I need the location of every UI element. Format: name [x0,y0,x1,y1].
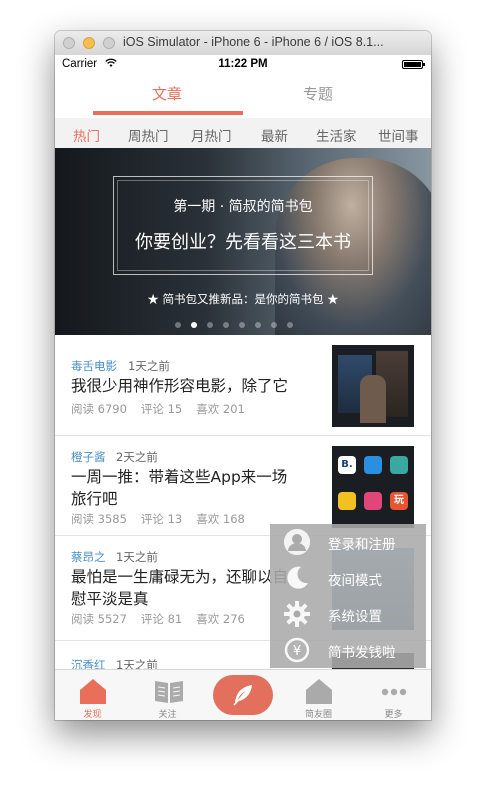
article-thumbnail[interactable] [332,345,414,427]
tab-friends-circle[interactable]: 简友圈 [281,670,356,720]
user-icon [284,529,310,555]
menu-item-settings[interactable]: 系统设置 [270,596,426,632]
category-latest[interactable]: 最新 [261,125,288,145]
read-count: 阅读 6790 [71,402,127,416]
comment-count: 评论 81 [140,612,183,626]
comment-count: 评论 13 [140,512,183,526]
more-menu: 登录和注册 夜间模式 系统设置 ¥ 简书发钱啦 [270,524,426,668]
tab-articles[interactable]: 文章 [152,83,182,104]
page-dot[interactable] [223,322,229,328]
page-dot[interactable] [191,322,197,328]
like-count: 喜欢 201 [196,402,245,416]
phone-screen: Carrier 11:22 PM 文章 专题 热门 周热门 月热门 最新 生活家… [55,55,431,720]
comment-count: 评论 15 [140,402,183,416]
app-icon: B. [338,456,356,474]
tab-discover[interactable]: 发现 [55,670,130,720]
tab-following[interactable]: 关注 [130,670,205,720]
minimize-window-button[interactable] [83,37,95,49]
promo-banner[interactable]: 第一期 · 简叔的简书包 你要创业？先看看这三本书 ★ 简书包又推新品：是你的简… [55,148,431,335]
article-thumbnail[interactable]: B. 玩 [332,446,414,528]
write-button[interactable] [213,675,273,715]
segment-tabs: 文章 专题 [55,73,431,118]
tab-topics[interactable]: 专题 [303,83,333,104]
category-weekly-hot[interactable]: 周热门 [128,125,169,145]
tab-label: 更多 [384,710,403,720]
article-stats: 阅读 5527 评论 81 喜欢 276 [71,611,259,627]
menu-label: 夜间模式 [328,573,382,589]
banner-caption: ★ 简书包又推新品：是你的简书包 ★ [147,292,339,306]
app-icon [390,456,408,474]
app-icon [338,492,356,510]
moon-icon [284,565,310,591]
page-dot[interactable] [239,322,245,328]
menu-item-login[interactable]: 登录和注册 [270,524,426,560]
feather-icon [231,683,255,711]
list-item[interactable]: 毒舌电影 1天之前 我很少用神作形容电影，除了它 阅读 6790 评论 15 喜欢 … [55,335,431,436]
category-bar: 热门 周热门 月热门 最新 生活家 世间事 [55,118,431,148]
read-count: 阅读 5527 [71,612,127,626]
battery-icon [402,60,425,69]
page-dot[interactable] [255,322,261,328]
article-time: 2天之前 [116,450,158,464]
banner-title: 你要创业？先看看这三本书 [135,232,351,253]
window-titlebar: iOS Simulator - iPhone 6 - iPhone 6 / iO… [55,31,431,56]
menu-label: 系统设置 [328,609,382,625]
article-stats: 阅读 3585 评论 13 喜欢 168 [71,511,259,527]
article-author[interactable]: 橙子酱 [71,449,106,465]
article-stats: 阅读 6790 评论 15 喜欢 201 [71,401,259,417]
category-hot[interactable]: 热门 [73,125,100,145]
page-dot[interactable] [271,322,277,328]
like-count: 喜欢 168 [196,512,245,526]
tab-more[interactable]: 更多 [356,670,431,720]
menu-label: 简书发钱啦 [328,645,396,661]
category-monthly-hot[interactable]: 月热门 [191,125,232,145]
banner-subtitle: 第一期 · 简叔的简书包 [173,199,313,215]
segment-indicator [93,111,243,115]
house-icon [305,678,333,704]
article-title[interactable]: 最怕是一生庸碌无为，还聊以自慰平淡是真 [71,566,301,610]
article-author[interactable]: 毒舌电影 [71,358,117,374]
close-window-button[interactable] [63,37,75,49]
zoom-window-button[interactable] [103,37,115,49]
article-title[interactable]: 一周一推：带着这些App来一场旅行吧 [71,466,301,510]
article-author[interactable]: 蔡昂之 [71,549,106,565]
svg-text:¥: ¥ [293,644,301,659]
article-time: 1天之前 [128,359,170,373]
book-icon [154,678,183,704]
app-icon [364,492,382,510]
page-dot[interactable] [207,322,213,328]
category-life[interactable]: 生活家 [316,125,357,145]
banner-frame-inner [117,180,369,271]
page-dot[interactable] [175,322,181,328]
page-dot[interactable] [287,322,293,328]
gear-icon [284,601,310,627]
article-title[interactable]: 我很少用神作形容电影，除了它 [71,375,311,397]
status-bar: Carrier 11:22 PM [55,55,431,73]
window-title: iOS Simulator - iPhone 6 - iPhone 6 / iO… [123,35,384,49]
menu-label: 登录和注册 [328,537,396,553]
home-icon [79,678,107,704]
app-icon [364,456,382,474]
menu-item-money[interactable]: ¥ 简书发钱啦 [270,632,426,668]
tab-label: 简友圈 [304,710,332,720]
bottom-tab-bar: 发现 关注 简友圈 更多 [55,669,431,720]
like-count: 喜欢 276 [196,612,245,626]
yen-icon: ¥ [284,637,310,663]
read-count: 阅读 3585 [71,512,127,526]
list-item[interactable]: 橙子酱 2天之前 一周一推：带着这些App来一场旅行吧 阅读 3585 评论 13… [55,436,431,536]
tab-label: 关注 [158,710,177,720]
article-time: 1天之前 [116,550,158,564]
status-time: 11:22 PM [218,58,268,70]
app-icon: 玩 [390,492,408,510]
simulator-window: iOS Simulator - iPhone 6 - iPhone 6 / iO… [55,31,431,720]
menu-item-night-mode[interactable]: 夜间模式 [270,560,426,596]
tab-label: 发现 [83,710,102,720]
category-world[interactable]: 世间事 [378,125,419,145]
more-icon [380,678,408,704]
